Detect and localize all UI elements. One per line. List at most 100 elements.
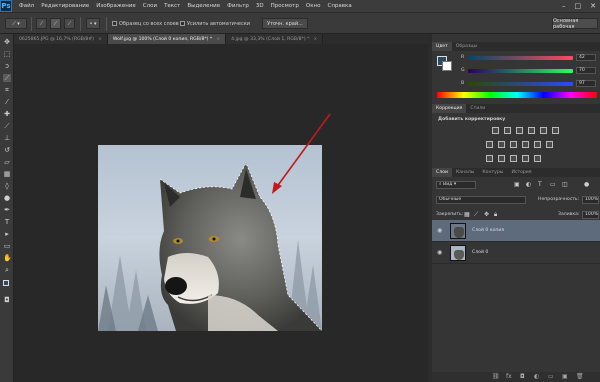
menu-type[interactable]: Текст (164, 3, 180, 9)
tab-doc-3[interactable]: 4.jpg @ 33,3% (Слой 1, RGB/8*) * × (226, 34, 324, 44)
tab-styles[interactable]: Стили (466, 104, 489, 113)
layer-name[interactable]: Слой 0 (472, 250, 488, 255)
tab-paths[interactable]: Контуры (478, 168, 507, 177)
eraser-tool-icon[interactable]: ▱ (3, 158, 11, 166)
fx-icon[interactable]: fx (506, 373, 512, 380)
green-slider[interactable] (468, 69, 573, 73)
hue-saturation-icon[interactable] (486, 141, 493, 148)
vibrance-icon[interactable] (540, 127, 547, 134)
brush-size-picker[interactable]: • ▾ (86, 18, 100, 29)
dodge-tool-icon[interactable]: ● (3, 194, 11, 202)
menu-3d[interactable]: 3D (256, 3, 264, 9)
auto-enhance-checkbox[interactable]: Усилить автоматически (180, 21, 250, 27)
color-lookup-icon[interactable] (546, 141, 553, 148)
menu-help[interactable]: Справка (327, 3, 351, 9)
photo-filter-icon[interactable] (522, 141, 529, 148)
shape-filter-icon[interactable]: ▭ (550, 181, 556, 188)
lock-image-icon[interactable]: ⟋ (474, 211, 478, 219)
pixel-filter-icon[interactable]: ▣ (514, 181, 520, 188)
brush-tool-icon[interactable]: ⟋ (3, 122, 11, 130)
menu-image[interactable]: Изображение (96, 3, 136, 9)
quick-selection-tool-icon[interactable]: ⟋ (3, 74, 11, 82)
gradient-tool-icon[interactable]: ▦ (3, 170, 11, 178)
brightness-contrast-icon[interactable] (492, 127, 499, 134)
red-slider[interactable] (468, 56, 573, 60)
black-white-icon[interactable] (510, 141, 517, 148)
smart-object-filter-icon[interactable]: ◫ (562, 181, 568, 188)
lock-position-icon[interactable]: ✥ (484, 211, 489, 218)
crop-tool-icon[interactable]: ⌗ (3, 86, 11, 94)
minimize-icon[interactable]: – (562, 2, 566, 10)
color-balance-icon[interactable] (498, 141, 505, 148)
color-swatches-icon[interactable] (3, 280, 12, 289)
link-layers-icon[interactable]: ⛓ (492, 373, 500, 380)
history-brush-tool-icon[interactable]: ↺ (3, 146, 11, 154)
blend-mode-select[interactable]: Обычные (436, 196, 526, 204)
posterize-icon[interactable] (498, 155, 505, 162)
exposure-icon[interactable] (528, 127, 535, 134)
new-selection-brush-button[interactable]: ⟋ (36, 18, 47, 29)
eye-icon[interactable]: ◉ (437, 227, 442, 234)
type-filter-icon[interactable]: T (538, 181, 542, 188)
zoom-tool-icon[interactable]: ⌕ (3, 266, 11, 274)
type-tool-icon[interactable]: T (3, 218, 11, 226)
quick-select-tool-preset[interactable]: ⟋ ▾ (5, 18, 27, 29)
tab-color[interactable]: Цвет (432, 42, 452, 51)
menu-window[interactable]: Окно (306, 3, 321, 9)
fill-field[interactable]: 100% (582, 211, 599, 219)
new-layer-icon[interactable]: ▣ (562, 373, 568, 380)
menu-filter[interactable]: Фильтр (227, 3, 249, 9)
clone-stamp-tool-icon[interactable]: ⊥ (3, 134, 11, 142)
menu-select[interactable]: Выделение (187, 3, 220, 9)
red-value[interactable]: 42 (576, 54, 596, 61)
spot-healing-tool-icon[interactable]: ✚ (3, 110, 11, 118)
background-color-swatch[interactable] (442, 61, 452, 71)
close-tab-icon[interactable]: × (216, 37, 220, 42)
menu-edit[interactable]: Редактирование (41, 3, 89, 9)
move-tool-icon[interactable]: ✥ (3, 38, 11, 46)
threshold-icon[interactable] (510, 155, 517, 162)
mask-icon[interactable]: ◘ (520, 373, 525, 380)
lock-all-icon[interactable]: 🔒︎ (494, 211, 497, 219)
color-spectrum-bar[interactable] (437, 92, 597, 98)
gradient-map-icon[interactable] (552, 127, 559, 134)
green-value[interactable]: 70 (576, 67, 596, 74)
layer-filter-select[interactable]: ⌕ Вид ▾ (436, 181, 476, 189)
eye-icon[interactable]: ◉ (437, 249, 442, 256)
blue-value[interactable]: 97 (576, 80, 596, 87)
pen-tool-icon[interactable]: ✒ (3, 206, 11, 214)
gradient-fill-icon[interactable] (534, 155, 541, 162)
curves-icon[interactable] (516, 127, 523, 134)
layer-name[interactable]: Слой 0 копия (472, 228, 504, 233)
tab-history[interactable]: История (507, 168, 535, 177)
menu-layers[interactable]: Слои (143, 3, 157, 9)
close-icon[interactable]: ✕ (590, 2, 596, 10)
menu-file[interactable]: Файл (19, 3, 34, 9)
tab-doc-1[interactable]: 0625865.JPG @ 16,7% (RGB/8#) × (14, 34, 108, 44)
levels-icon[interactable] (504, 127, 511, 134)
invert-icon[interactable] (486, 155, 493, 162)
channel-mixer-icon[interactable] (534, 141, 541, 148)
add-selection-brush-button[interactable]: ⟋ (50, 18, 61, 29)
selective-color-icon[interactable] (522, 155, 529, 162)
rectangle-tool-icon[interactable]: ▭ (3, 242, 11, 250)
marquee-tool-icon[interactable]: ⬚ (3, 50, 11, 58)
blur-tool-icon[interactable]: ◊ (3, 182, 11, 190)
close-tab-icon[interactable]: × (313, 37, 317, 42)
workspace-switcher[interactable]: Основная рабочая (552, 18, 598, 30)
quick-mask-icon[interactable]: ◘ (3, 296, 11, 304)
maximize-icon[interactable]: □ (575, 2, 582, 10)
sample-all-layers-checkbox[interactable]: Образец со всех слоев (112, 21, 179, 27)
tab-channels[interactable]: Каналы (452, 168, 478, 177)
refine-edge-button[interactable]: Уточн. край... (262, 18, 308, 29)
trash-icon[interactable]: 🗑︎ (576, 373, 584, 380)
subtract-selection-brush-button[interactable]: ⟋ (64, 18, 75, 29)
hand-tool-icon[interactable]: ✋ (3, 254, 12, 262)
menu-view[interactable]: Просмотр (271, 3, 299, 9)
adjustment-filter-icon[interactable]: ◐ (526, 181, 531, 188)
layer-row-base[interactable]: ◉ Слой 0 (432, 242, 600, 264)
tab-adjustments[interactable]: Коррекция (432, 104, 467, 113)
lock-transparency-icon[interactable]: ▦ (464, 211, 470, 218)
tab-wolf[interactable]: Wolf.jpg @ 100% (Слой 0 копия, RGB/8*) *… (107, 34, 227, 44)
tab-swatches[interactable]: Образцы (452, 42, 481, 51)
